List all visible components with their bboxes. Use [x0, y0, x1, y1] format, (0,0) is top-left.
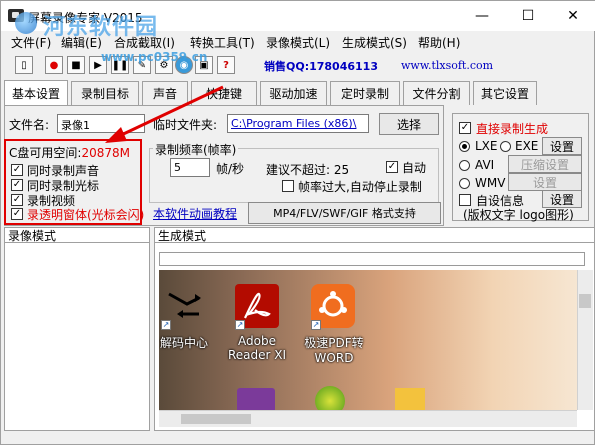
framerate-group-title: 录制频率(帧率) [153, 141, 239, 158]
record-transparent-checkbox[interactable]: ✓ [11, 208, 23, 220]
decoder-center-label: 解码中心 [159, 336, 208, 350]
tab-other-settings[interactable]: 其它设置 [473, 81, 537, 105]
new-icon[interactable]: ▯ [15, 56, 33, 74]
menu-convert[interactable]: 转换工具(T) [190, 34, 255, 51]
record-mode-tab[interactable]: 录像模式 [5, 228, 149, 243]
direct-record-label: 直接录制生成 [476, 122, 549, 136]
temp-folder-path[interactable]: C:\Program Files (x86)\ [227, 114, 369, 133]
exe-radio[interactable] [500, 141, 511, 152]
format-support-button[interactable]: MP4/FLV/SWF/GIF 格式支持 [248, 202, 441, 224]
adobe-reader-label: Adobe Reader XI [227, 334, 287, 362]
shortcut-arrow-icon: ↗ [161, 320, 171, 330]
tab-driver-accel[interactable]: 驱动加速 [260, 81, 327, 105]
stop-icon[interactable]: ■ [67, 56, 85, 74]
wmv-settings-button[interactable]: 设置 [508, 173, 582, 191]
compress-settings-button[interactable]: 压缩设置 [508, 155, 582, 173]
video-preview: 解码中心 Adobe Reader XI 极速PDF转 WORD ↗ ↗ ↗ [159, 270, 577, 410]
horizontal-scroll-thumb[interactable] [181, 414, 251, 424]
shortcut-arrow-icon: ↗ [235, 320, 245, 330]
record-video-checkbox[interactable]: ✓ [11, 194, 23, 206]
exe-settings-button[interactable]: 设置 [542, 137, 582, 155]
record-sound-checkbox[interactable]: ✓ [11, 164, 23, 176]
tab-scheduled-record[interactable]: 定时录制 [330, 81, 400, 105]
generate-mode-tab[interactable]: 生成模式 [155, 228, 594, 243]
decoder-center-icon [165, 284, 205, 324]
sales-qq: 销售QQ:178046113 [264, 60, 378, 73]
menu-edit[interactable]: 编辑(E) [61, 34, 102, 51]
close-button[interactable]: ✕ [550, 1, 595, 31]
custom-info-checkbox[interactable] [459, 194, 471, 206]
avi-label: AVI [475, 158, 495, 172]
framerate-unit: 帧/秒 [216, 162, 245, 176]
avi-radio[interactable] [459, 160, 470, 171]
framerate-input[interactable]: 5 [170, 158, 210, 177]
winrar-icon [237, 388, 275, 410]
record-transparent-label: 录透明窗体(光标会闪) [27, 208, 145, 222]
record-icon[interactable]: ● [45, 56, 63, 74]
record-mode-pane: 录像模式 [4, 227, 150, 431]
free-space-label: C盘可用空间: [9, 146, 82, 160]
green-app-icon [315, 386, 345, 410]
auto-checkbox[interactable]: ✓ [386, 161, 398, 173]
lxe-label: LXE [475, 139, 498, 153]
watermark-logo-icon [15, 12, 37, 34]
menu-generate-mode[interactable]: 生成模式(S) [342, 34, 407, 51]
timeline-ruler[interactable] [159, 252, 585, 266]
wmv-radio[interactable] [459, 178, 470, 189]
watermark-url: www.pc0359.cn [101, 50, 208, 64]
record-cursor-checkbox[interactable]: ✓ [11, 179, 23, 191]
auto-label: 自动 [402, 161, 427, 175]
preview-vertical-scrollbar[interactable] [577, 270, 593, 410]
wmv-label: WMV [475, 176, 506, 190]
auto-stop-label: 帧率过大,自动停止录制 [298, 180, 422, 194]
auto-stop-checkbox[interactable] [282, 180, 294, 192]
lxe-radio[interactable] [459, 141, 470, 152]
menu-file[interactable]: 文件(F) [11, 34, 51, 51]
filename-label: 文件名: [9, 118, 50, 132]
framerate-suggest: 建议不超过: 25 [266, 163, 350, 177]
copyright-note: (版权文字 logo图形) [463, 208, 574, 222]
shortcut-arrow-icon: ↗ [311, 320, 321, 330]
menu-help[interactable]: 帮助(H) [418, 34, 460, 51]
website-link[interactable]: www.tlxsoft.com [401, 59, 493, 72]
direct-record-checkbox[interactable]: ✓ [459, 122, 471, 134]
tutorial-link[interactable]: 本软件动画教程 [153, 205, 237, 222]
tab-file-split[interactable]: 文件分割 [403, 81, 470, 105]
browse-button[interactable]: 选择 [379, 113, 439, 135]
folder-icon [395, 388, 425, 410]
main-window: 屏幕录像专家 V2015 河东软件园 — ☐ ✕ 文件(F) 编辑(E) 合成截… [0, 0, 595, 445]
tab-basic-settings[interactable]: 基本设置 [4, 80, 68, 106]
menu-compose[interactable]: 合成截取(I) [114, 34, 175, 51]
exe-label: EXE [515, 139, 539, 153]
help-icon[interactable]: ? [217, 56, 235, 74]
vertical-scroll-thumb[interactable] [579, 294, 591, 308]
menu-record-mode[interactable]: 录像模式(L) [266, 34, 330, 51]
maximize-button[interactable]: ☐ [505, 1, 551, 31]
pdf-to-word-label: 极速PDF转 WORD [304, 336, 364, 365]
minimize-button[interactable]: — [459, 1, 505, 31]
